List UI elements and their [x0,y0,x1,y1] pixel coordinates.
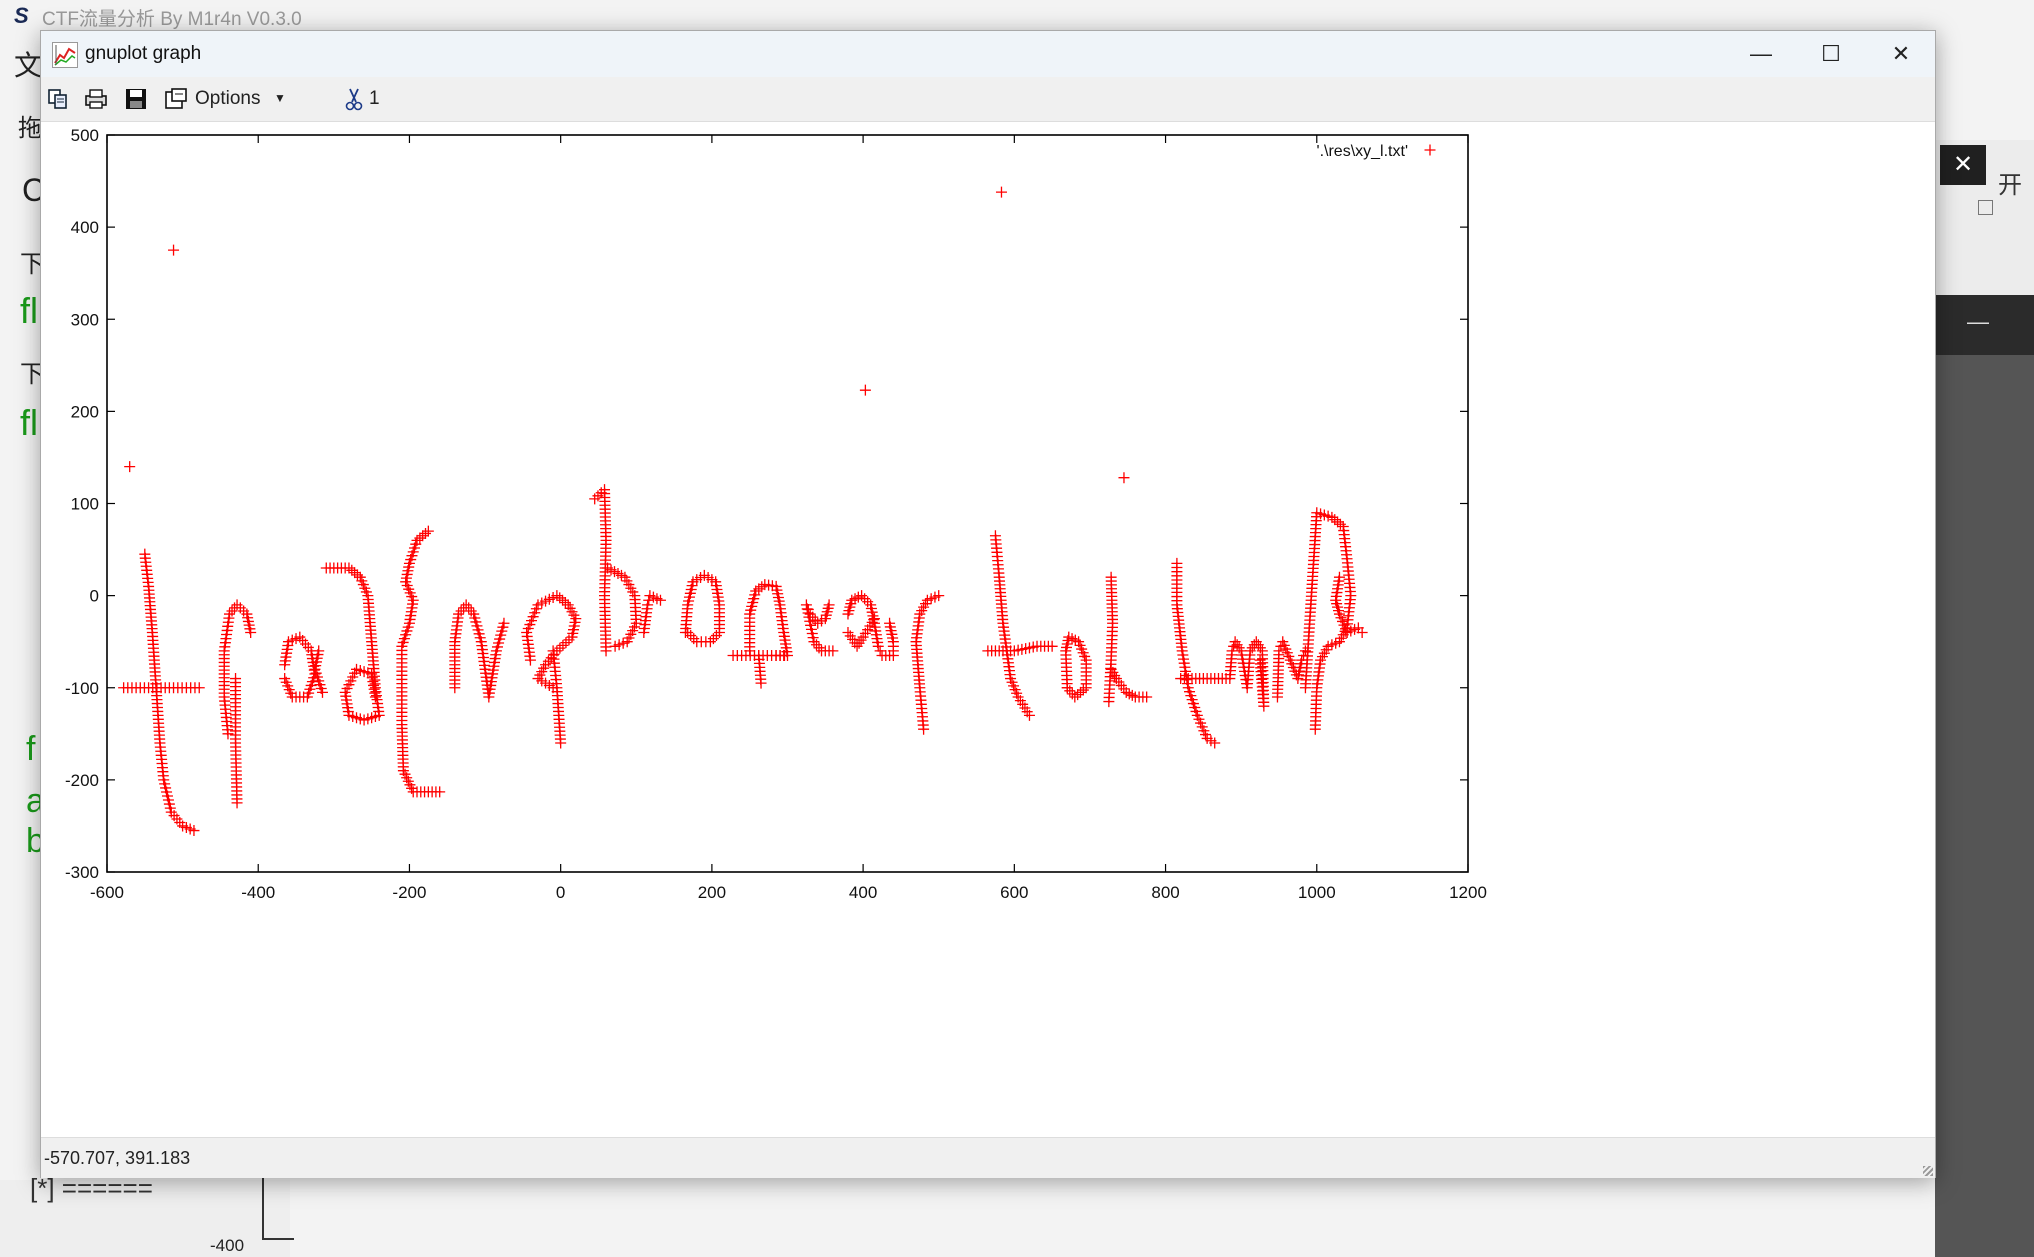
window-title: gnuplot graph [85,43,202,64]
data-point [1332,516,1344,528]
gnuplot-window: gnuplot graph — ☐ ✕ Options ▼ 1 -600 -40… [40,30,1936,1178]
gnuplot-app-icon [52,42,78,68]
background-right-text: 开 [1998,172,2022,199]
y-tick-label: -300 [65,863,99,882]
data-point [124,461,136,473]
resize-grip-icon[interactable] [1923,1166,1933,1176]
drag-hint-text: 拖 [18,115,42,142]
data-point [710,630,722,642]
x-tick-label: -400 [241,883,275,902]
minimize-icon[interactable]: — [1726,31,1796,77]
maximize-icon[interactable]: ☐ [1796,31,1866,77]
data-point [349,567,361,579]
data-point [1123,688,1135,700]
data-point [859,384,871,396]
chevron-down-icon[interactable]: ▼ [274,91,286,105]
options-icon[interactable] [163,86,189,112]
data-point [557,594,569,606]
flag-result-1: fl [20,290,38,331]
plot-border [106,134,1469,873]
flag-result-2: fl [20,402,38,443]
x-tick-label: 0 [556,883,565,902]
x-tick-label: 400 [849,883,877,902]
background-dark-window [1935,295,2034,1257]
y-tick-label: 100 [71,495,99,514]
window-titlebar[interactable]: gnuplot graph — ☐ ✕ [41,31,1935,77]
log-line-f: f [26,730,36,768]
data-point [455,605,467,617]
toolbar: Options ▼ 1 [41,77,1935,122]
data-point [995,186,1007,198]
scissors-icon[interactable] [341,86,367,112]
background-app-titlebar [0,0,2034,30]
background-dark-titlebar: — [1935,295,2034,355]
status-bar: -570.707, 391.183 [41,1137,1935,1178]
data-point [168,244,180,256]
menu-file[interactable]: 文 [14,44,42,84]
data-point [1066,688,1078,700]
data-point [813,642,825,654]
data-point [707,633,719,645]
copy-icon[interactable] [45,86,71,112]
app-logo-icon: S [14,3,29,28]
data-point [560,637,572,649]
data-point [463,602,475,614]
y-tick-label: 300 [71,310,99,329]
y-tick-label: -200 [65,771,99,790]
x-tick-label: 1000 [1298,883,1336,902]
data-point [685,630,697,642]
x-tick-label: -200 [392,883,426,902]
background-axis-label: -400 [210,1236,245,1255]
data-point [1118,472,1130,484]
data-point [874,645,886,657]
x-tick-label: 1200 [1449,883,1487,902]
background-close-icon[interactable]: ✕ [1940,145,1986,185]
floppy-disk-icon[interactable] [123,86,149,112]
printer-icon[interactable] [83,86,109,112]
data-point [1069,691,1081,703]
x-tick-label: 200 [698,883,726,902]
data-point [688,633,700,645]
data-point [691,636,703,648]
data-point [1126,689,1138,701]
x-tick-label: 800 [1151,883,1179,902]
data-point [420,527,432,539]
y-tick-label: 200 [71,402,99,421]
data-point [422,525,434,537]
mouse-coordinates: -570.707, 391.183 [44,1148,191,1168]
data-point [554,642,566,654]
background-app-title: CTF流量分析 By M1r4n V0.3.0 [42,9,302,30]
y-tick-label: 0 [90,587,99,606]
data-point [559,597,571,609]
x-tick-label: -600 [90,883,124,902]
background-minimize-icon[interactable]: — [1967,309,1989,335]
data-point [643,594,655,606]
y-tick-label: 400 [71,218,99,237]
data-point [554,592,566,604]
scatter-chart[interactable]: -600 -400 -200 0 200 400 600 800 1000 12005004003… [41,122,1935,1137]
options-menu[interactable]: Options [195,88,260,110]
mouse-mode-count: 1 [369,88,380,109]
data-point [460,599,472,611]
plot-area[interactable]: -600 -400 -200 0 200 400 600 800 1000 1200 500 400 3… [41,122,1935,1137]
legend-marker [1424,144,1436,156]
background-checkbox[interactable] [1978,200,1993,215]
data-point [859,593,871,605]
data-point [557,639,569,651]
data-point [1074,686,1086,698]
data-point [1077,684,1089,696]
y-tick-label: 500 [71,126,99,145]
data-point [226,605,238,617]
close-icon[interactable]: ✕ [1866,31,1936,77]
x-tick-label: 600 [1000,883,1028,902]
data-point [346,564,358,576]
y-tick-label: -100 [65,679,99,698]
data-point [417,530,429,542]
legend-label: '.\res\xy_l.txt' [1317,143,1408,160]
